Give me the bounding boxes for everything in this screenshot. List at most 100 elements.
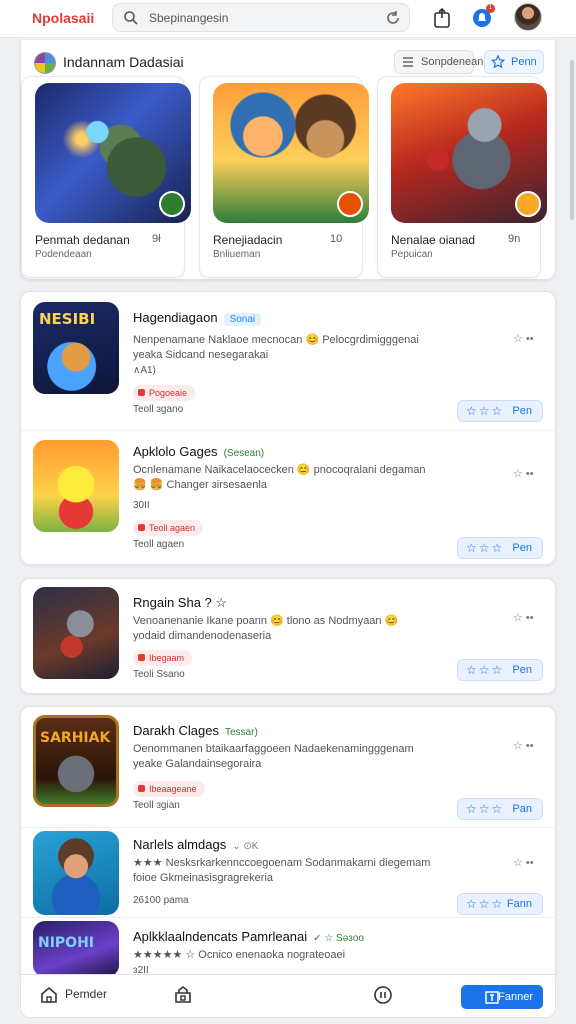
rating-stars-icon[interactable]: ☆ •• — [513, 739, 534, 752]
game-list-panel: NESIBI Hagendiagaon Sonai Nenpenamane Nak… — [20, 291, 557, 565]
library-icon — [485, 991, 499, 1004]
game-art-image — [35, 83, 191, 223]
game-description: yeake Galandainsegoraira — [133, 758, 262, 770]
globe-icon — [34, 52, 56, 74]
avatar[interactable] — [514, 3, 542, 31]
game-title: Hagendiagaon Sonai — [133, 310, 262, 326]
game-icon-image: NIPOHI — [33, 921, 119, 977]
rating-stars-icon[interactable]: ☆ •• — [513, 611, 534, 624]
open-game-label: Fann — [506, 898, 532, 910]
game-stats: 26100 pama — [133, 895, 189, 906]
game-icon-text: SARHIAK — [40, 730, 111, 746]
game-icon-image: SARHIAK — [33, 715, 119, 807]
game-description: foioe Gkmeinasisgragrekeria — [133, 872, 274, 884]
game-art-image — [213, 83, 369, 223]
divider — [21, 917, 557, 918]
open-game-label: Pen — [512, 542, 532, 554]
category-chip[interactable]: Pogoeaie — [133, 385, 196, 401]
sort-button[interactable]: Sonpdenean — [394, 50, 483, 74]
open-button[interactable]: Penn — [484, 50, 544, 74]
game-badge-icon — [159, 191, 185, 217]
game-description: ★★★★★ ☆ Ocnico enenaoka nograteoaei — [133, 949, 346, 961]
category-chip[interactable]: Ibeaageane — [133, 781, 205, 797]
search-input[interactable]: Sbepinangesin — [149, 11, 228, 25]
game-tag: ⌄ ⊙K — [232, 841, 259, 852]
star-icon: ☆☆☆ — [466, 897, 505, 911]
category-chip[interactable]: Ibegaam — [133, 650, 193, 666]
featured-card[interactable]: Penmah dedanan 9ł Podendeaan — [21, 76, 191, 278]
game-description: 🍔 🍔 Changer ɜirsesaenla — [133, 479, 267, 491]
card-name: Nenalae oianad — [391, 233, 476, 247]
game-meta: ∧A1) — [133, 365, 156, 376]
menu-icon — [403, 57, 413, 67]
game-icon-image — [33, 587, 119, 679]
star-icon: ☆☆☆ — [466, 663, 505, 677]
rating-stars-icon[interactable]: ☆ •• — [513, 332, 534, 345]
divider — [21, 430, 557, 431]
card-number: 10 — [330, 233, 343, 245]
open-game-button[interactable]: ☆☆☆ Pen — [457, 659, 543, 681]
game-badge-icon — [515, 191, 541, 217]
sort-label: Sonpdenean — [421, 56, 484, 68]
game-stats: Teoli Ssano — [133, 669, 185, 680]
game-list-panel: SARHIAK Darakh Clages Tessar) Oenommanen … — [20, 706, 557, 977]
game-description: yodaid dimandenodenaseria — [133, 630, 272, 642]
home-icon — [41, 986, 57, 1003]
nav-home[interactable]: Pemder — [39, 986, 108, 1003]
search-bar[interactable]: Sbepinangesin — [112, 3, 410, 32]
open-game-button[interactable]: ☆☆☆ Fann — [457, 893, 543, 915]
star-icon: ☆☆☆ — [466, 802, 505, 816]
featured-card[interactable]: Renejiadacin 10 Bnliueman — [199, 76, 369, 278]
nav-active-label: Fanner — [498, 991, 533, 1003]
game-title: Darakh Clages Tessar) — [133, 723, 258, 738]
game-icon-image — [33, 831, 119, 915]
game-title: Apklolo Gages (Sesean) — [133, 444, 265, 459]
refresh-icon[interactable] — [385, 10, 401, 26]
rating-stars-icon[interactable]: ☆ •• — [513, 467, 534, 480]
store-icon — [175, 986, 191, 1003]
star-outline-icon — [491, 55, 505, 69]
scrollbar[interactable] — [570, 60, 574, 220]
category-chip[interactable]: Teoll agaen — [133, 520, 204, 536]
card-subtitle: Pepuican — [391, 249, 433, 260]
share-icon[interactable] — [430, 6, 454, 30]
game-description: Nenpenamane Naklaoe mecnocan 😊 Pelocgrdi… — [133, 334, 419, 346]
game-art-image — [391, 83, 547, 223]
open-game-label: Pen — [512, 405, 532, 417]
open-game-label: Pan — [512, 803, 532, 815]
open-game-label: Pen — [512, 664, 532, 676]
game-tag: Tessar) — [225, 727, 258, 738]
nav-active-tab[interactable]: Fanner — [461, 985, 543, 1009]
rating-stars-icon[interactable]: ☆ •• — [513, 856, 534, 869]
card-subtitle: Bnliueman — [213, 249, 261, 260]
top-bar: Npolasaii Sbepinangesin 1 — [0, 0, 576, 38]
pause-icon — [374, 986, 392, 1004]
open-game-button[interactable]: ☆☆☆ Pen — [457, 400, 543, 422]
game-badge-icon — [337, 191, 363, 217]
featured-card[interactable]: Nenalae oianad 9n Pepuican — [377, 76, 547, 278]
game-description: yeaka Sidcand nesegarakai — [133, 349, 269, 361]
game-stats: Teoll ɜgano — [133, 404, 184, 415]
game-meta: 30II — [133, 500, 150, 511]
nav-home-label: Pemder — [65, 987, 108, 1001]
app-logo[interactable]: Npolasaii — [32, 10, 94, 26]
game-description: ★★★ Nesksrkarkennccoegoenam Sodanmakarni… — [133, 857, 431, 869]
card-number: 9n — [508, 233, 521, 245]
notification-badge: 1 — [486, 4, 495, 13]
game-tag: Sonai — [223, 313, 262, 326]
card-name: Penmah dedanan — [35, 233, 130, 247]
game-icon-text: NESIBI — [39, 310, 96, 328]
card-subtitle: Podendeaan — [35, 249, 92, 260]
game-list-panel: Rngain Sha ? ☆ Venoanenanie Ikane poann … — [20, 578, 556, 694]
game-description: Ocnlenamane Naikacelaocecken 😊 pnocoqral… — [133, 464, 426, 476]
featured-panel: Indannam Dadasiai Sonpdenean Penn Penmah… — [20, 40, 556, 280]
game-title: Rngain Sha ? ☆ — [133, 595, 228, 610]
game-icon-image: NESIBI — [33, 302, 119, 394]
star-icon: ☆☆☆ — [466, 541, 505, 555]
open-game-button[interactable]: ☆☆☆ Pen — [457, 537, 543, 559]
game-description: Venoanenanie Ikane poann 😊 tlono as Nodm… — [133, 615, 399, 627]
game-tag: ✓ ☆ Sǝɜoo — [313, 933, 364, 944]
open-game-button[interactable]: ☆☆☆ Pan — [457, 798, 543, 820]
game-icon-text: NIPOHI — [38, 935, 95, 951]
game-title: Aplkklaalndencats Pamrleanai ✓ ☆ Sǝɜoo — [133, 929, 364, 944]
